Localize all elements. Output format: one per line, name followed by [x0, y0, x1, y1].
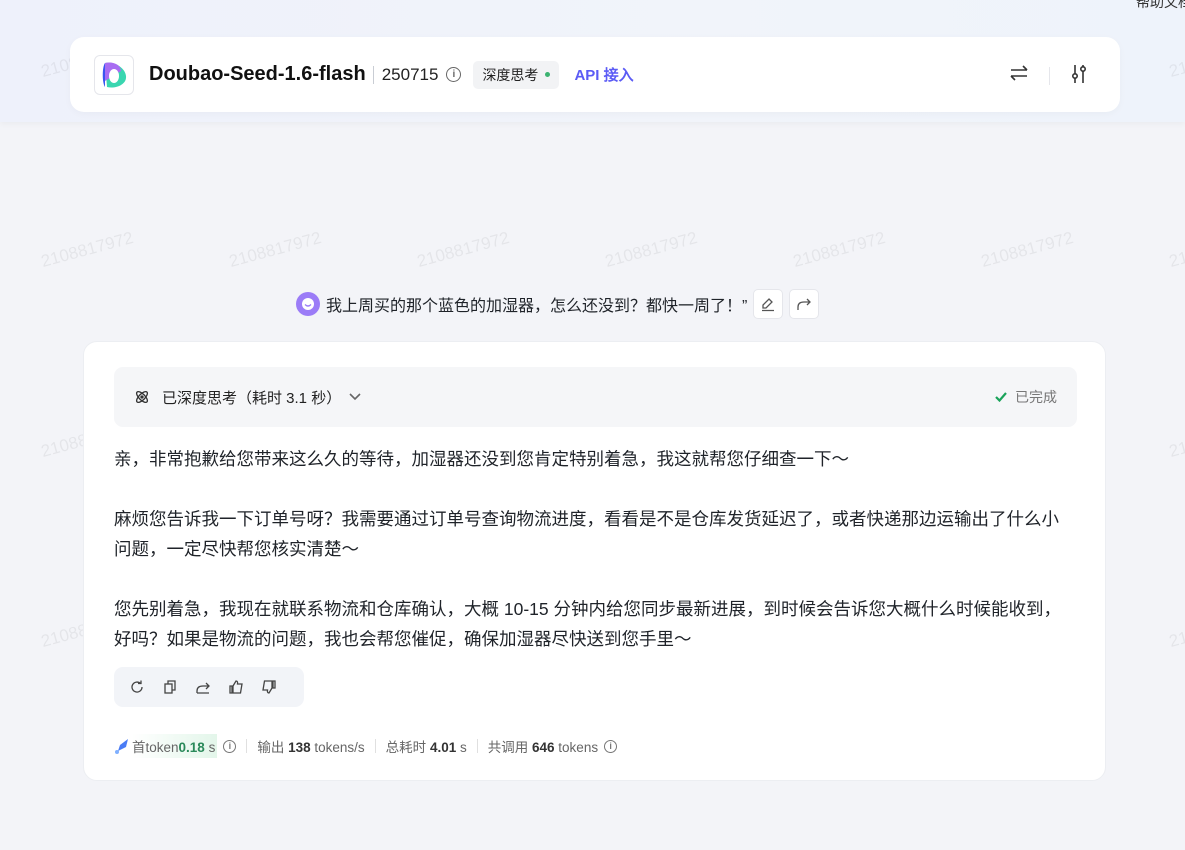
status-text: 已完成 — [1015, 389, 1057, 405]
divider — [1049, 66, 1050, 85]
watermark: 2108817972 — [603, 228, 700, 271]
share-icon — [797, 298, 812, 310]
swap-icon[interactable] — [1009, 64, 1029, 87]
thinking-label: 已深度思考（耗时 3.1 秒） — [162, 389, 342, 407]
user-avatar-icon — [296, 292, 320, 316]
output-speed-stat: 输出 138 tokens/s — [257, 736, 364, 756]
stat-value: 4.01 — [429, 740, 457, 755]
divider — [476, 739, 478, 753]
share-button[interactable] — [789, 289, 820, 319]
divider — [246, 739, 248, 753]
stat-label: 总耗时 — [385, 740, 427, 755]
stat-unit: s — [459, 740, 467, 755]
help-docs-link[interactable]: 帮助文档 — [1136, 0, 1185, 12]
deep-thinking-badge[interactable]: 深度思考 — [473, 60, 560, 89]
watermark: 2108817972 — [415, 228, 512, 271]
check-icon — [995, 392, 1007, 402]
completion-status: 已完成 — [995, 387, 1057, 407]
copy-icon[interactable] — [162, 679, 178, 695]
thinking-icon — [135, 390, 149, 404]
api-access-link[interactable]: API 接入 — [574, 64, 633, 85]
watermark: 2108817972 — [1167, 228, 1185, 271]
stat-unit: tokens/s — [314, 740, 365, 755]
watermark: 2108817972 — [1167, 418, 1185, 461]
model-name: Doubao-Seed-1.6-flash — [149, 63, 366, 85]
watermark: 2108817972 — [39, 228, 136, 271]
edit-icon — [762, 298, 775, 312]
token-usage-stat: 共调用 646 tokens — [488, 736, 598, 756]
stat-label: 输出 — [257, 740, 285, 755]
rocket-icon — [115, 739, 128, 754]
stat-value: 138 — [288, 740, 311, 755]
response-text: 亲，非常抱歉给您带来这么久的等待，加湿器还没到您肯定特别着急，我这就帮您仔细查一… — [114, 444, 1074, 684]
chevron-down-icon — [349, 393, 361, 401]
watermark: 2108817972 — [979, 228, 1076, 271]
thumbs-up-icon[interactable] — [228, 679, 244, 695]
regenerate-icon[interactable] — [129, 679, 145, 695]
watermark: 2108817972 — [227, 228, 324, 271]
status-dot — [545, 72, 551, 77]
response-paragraph: 您先别着急，我现在就联系物流和仓库确认，大概 10-15 分钟内给您同步最新进展… — [114, 599, 1061, 649]
watermark: 2108817972 — [791, 228, 888, 271]
assistant-response-card: 已深度思考（耗时 3.1 秒） 已完成 亲，非常抱歉给您带来这么久的等待，加湿器… — [83, 341, 1106, 781]
info-icon[interactable]: i — [223, 739, 237, 753]
watermark: 2108817972 — [1167, 608, 1185, 651]
generation-stats: 首token0.18 s i 输出 138 tokens/s 总耗时 4.01 … — [114, 734, 618, 758]
user-message-text: 我上周买的那个蓝色的加湿器，怎么还没到？都快一周了！” — [326, 298, 748, 315]
first-token-stat: 首token0.18 s — [132, 734, 218, 758]
doubao-logo — [94, 54, 134, 95]
badge-label: 深度思考 — [482, 66, 539, 83]
info-icon[interactable]: i — [604, 739, 618, 753]
stat-unit: s — [208, 740, 216, 755]
divider — [374, 739, 376, 753]
model-version: 250715 — [381, 64, 439, 84]
settings-sliders-icon[interactable] — [1070, 63, 1088, 88]
total-time-stat: 总耗时 4.01 s — [386, 736, 467, 756]
share-icon[interactable] — [195, 679, 211, 695]
stat-label: 共调用 — [487, 740, 529, 755]
stat-label: 首token — [132, 740, 179, 755]
stat-value: 646 — [532, 740, 555, 755]
stat-unit: tokens — [558, 740, 599, 755]
response-paragraph: 麻烦您告诉我一下订单号呀？我需要通过订单号查询物流进度，看看是不是仓库发货延迟了… — [114, 509, 1059, 559]
user-message: 我上周买的那个蓝色的加湿器，怎么还没到？都快一周了！” — [296, 289, 820, 319]
edit-button[interactable] — [753, 289, 784, 319]
response-actions — [114, 667, 304, 707]
thinking-summary-toggle[interactable]: 已深度思考（耗时 3.1 秒） 已完成 — [114, 367, 1077, 427]
stat-value: 0.18 — [178, 740, 205, 755]
thumbs-down-icon[interactable] — [261, 679, 277, 695]
divider — [372, 65, 374, 84]
info-icon[interactable]: i — [446, 67, 462, 82]
model-header: Doubao-Seed-1.6-flash 250715 i 深度思考 API … — [70, 37, 1120, 112]
response-paragraph: 亲，非常抱歉给您带来这么久的等待，加湿器还没到您肯定特别着急，我这就帮您仔细查一… — [114, 449, 849, 469]
